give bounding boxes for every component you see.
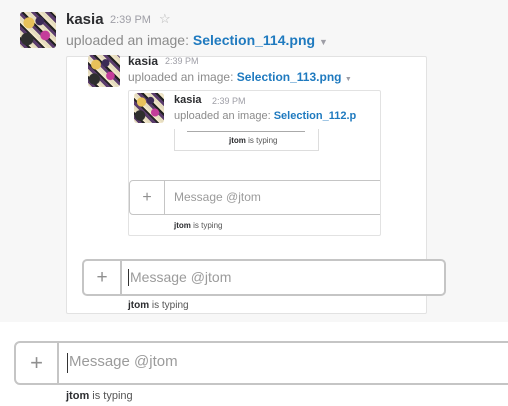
nested-upload-line: uploaded an image: Selection_113.png ▼ [128, 70, 352, 84]
upload-text: uploaded an image: [174, 110, 271, 122]
text-cursor [128, 269, 129, 286]
message-author[interactable]: kasia [66, 11, 104, 28]
message-timestamp[interactable]: 2:39 PM [110, 14, 151, 26]
typing-indicator: jtom is typing [229, 136, 277, 145]
caret-down-icon: ▼ [344, 76, 352, 83]
typing-text: is typing [193, 221, 223, 230]
star-icon[interactable]: ☆ [159, 11, 171, 27]
typing-indicator: jtom is typing [66, 390, 133, 402]
message-input: Message @jtom [174, 190, 261, 204]
avatar[interactable] [20, 12, 56, 48]
typing-user: jtom [229, 136, 246, 145]
typing-text: is typing [151, 300, 189, 311]
typing-text: is typing [92, 390, 133, 402]
add-attachment-button[interactable]: + [16, 343, 59, 383]
nested-timestamp: 2:39 PM [165, 56, 199, 66]
typing-indicator: jtom is typing [128, 300, 189, 311]
message-composer: + Message @jtom [14, 341, 508, 385]
upload-line: uploaded an image: Selection_114.png ▼ [66, 32, 328, 48]
nested-image-fragment: jtom is typing [174, 129, 319, 151]
add-attachment-button: + [130, 181, 165, 214]
typing-user: jtom [66, 390, 90, 402]
file-link: Selection_112.p [273, 110, 357, 122]
add-attachment-button: + [84, 261, 122, 294]
typing-indicator: jtom is typing [174, 221, 222, 230]
caret-down-icon[interactable]: ▼ [319, 37, 328, 47]
message-input[interactable]: Message @jtom [69, 353, 178, 370]
divider [187, 131, 305, 132]
nested-author: kasia [174, 94, 202, 106]
nested-upload-line: uploaded an image: Selection_112.p [174, 110, 356, 122]
message-input: Message @jtom [130, 269, 232, 285]
avatar [134, 93, 164, 123]
nested-image-preview: kasia 2:39 PM uploaded an image: Selecti… [128, 90, 381, 236]
upload-text: uploaded an image: [128, 70, 234, 84]
message-composer: + Message @jtom [129, 180, 380, 215]
message-composer: + Message @jtom [82, 259, 446, 296]
file-link: Selection_113.png [236, 70, 342, 84]
typing-text: is typing [248, 136, 278, 145]
upload-text: uploaded an image: [66, 32, 189, 48]
text-cursor [67, 353, 68, 373]
nested-timestamp: 2:39 PM [212, 96, 246, 106]
nested-author: kasia [128, 54, 159, 68]
avatar [88, 55, 120, 87]
typing-user: jtom [174, 221, 191, 230]
typing-user: jtom [128, 300, 150, 311]
file-link[interactable]: Selection_114.png [193, 32, 315, 48]
